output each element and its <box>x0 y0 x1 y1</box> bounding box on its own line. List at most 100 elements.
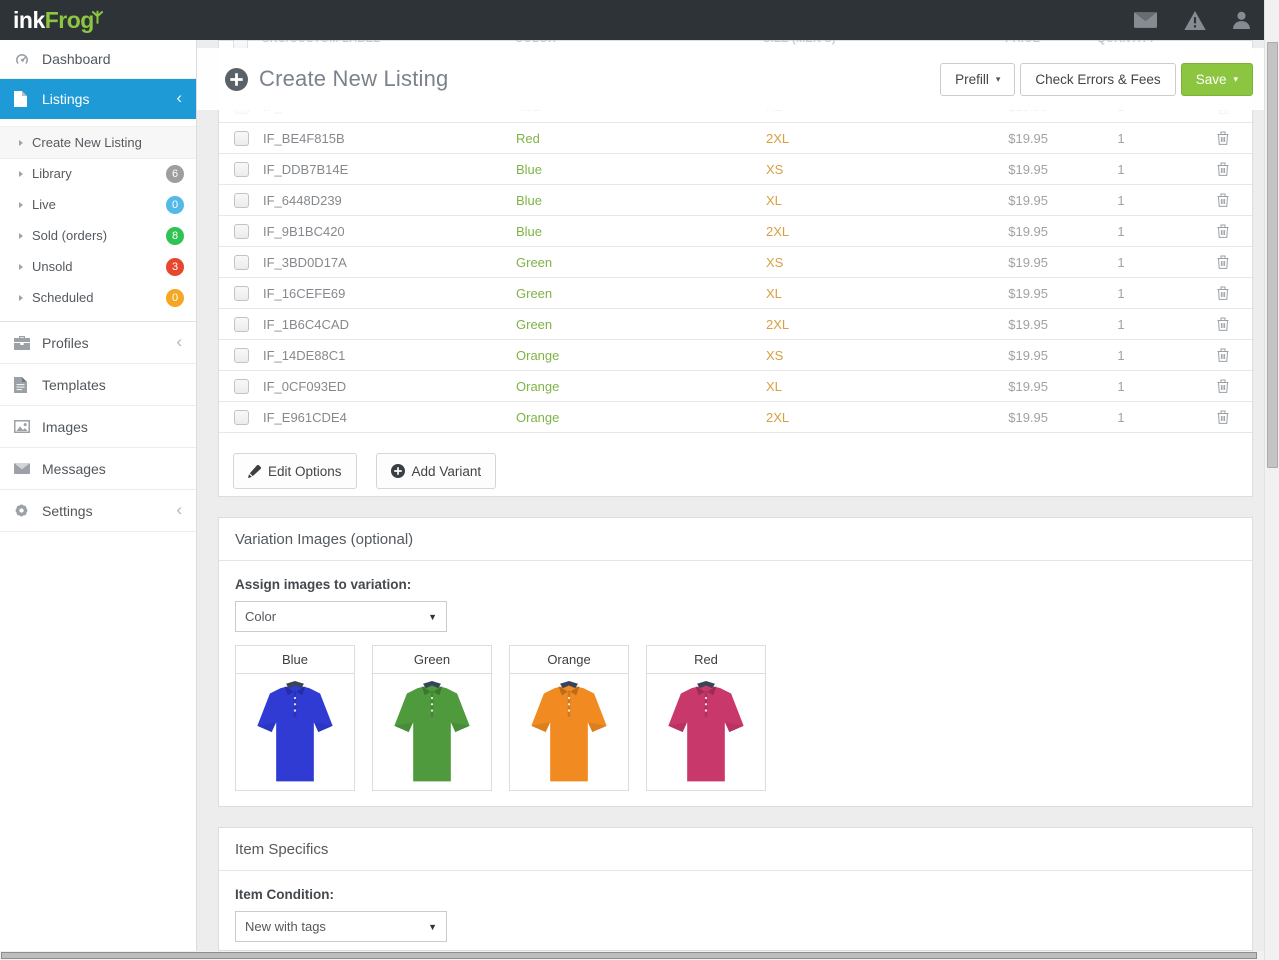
row-checkbox[interactable] <box>234 162 249 177</box>
variant-color-link[interactable]: Blue <box>516 193 542 208</box>
delete-variant-button[interactable] <box>1217 410 1229 424</box>
variant-row: IF_3BD0D17A Green XS $19.95 1 <box>219 247 1252 278</box>
submenu-item-label: Live <box>32 197 56 212</box>
row-checkbox[interactable] <box>234 224 249 239</box>
envelope-icon[interactable] <box>1134 12 1157 28</box>
check-errors-fees-button[interactable]: Check Errors & Fees <box>1020 63 1175 96</box>
row-checkbox[interactable] <box>234 286 249 301</box>
sidebar-item-dashboard[interactable]: Dashboard <box>0 40 196 79</box>
item-specifics-header: Item Specifics <box>219 828 1252 871</box>
assign-images-label: Assign images to variation: <box>235 577 1236 592</box>
page-title: Create New Listing <box>259 66 448 92</box>
variant-size-link[interactable]: XS <box>766 348 783 363</box>
sidebar-item-live[interactable]: Live 0 <box>0 189 196 220</box>
polo-shirt-image[interactable] <box>236 674 354 791</box>
sidebar-item-listings[interactable]: Listings ‹ <box>0 79 196 119</box>
variant-size-link[interactable]: 2XL <box>766 224 789 239</box>
check-errors-label: Check Errors & Fees <box>1035 72 1160 87</box>
variation-tile-red: Red <box>646 645 766 791</box>
variant-size-link[interactable]: XL <box>766 379 782 394</box>
variant-sku: IF_14DE88C1 <box>263 348 516 363</box>
horizontal-scrollbar-thumb[interactable] <box>1 952 1257 959</box>
variation-tile-label[interactable]: Red <box>647 646 765 674</box>
row-checkbox[interactable] <box>234 255 249 270</box>
chevron-left-icon: ‹ <box>176 331 182 351</box>
sold-count-badge: 8 <box>166 227 184 245</box>
sidebar-item-library[interactable]: Library 6 <box>0 158 196 189</box>
variant-size-link[interactable]: 2XL <box>766 410 789 425</box>
variant-size-link[interactable]: 2XL <box>766 317 789 332</box>
variant-price: $19.95 <box>966 348 1048 363</box>
row-checkbox[interactable] <box>234 317 249 332</box>
variant-size-link[interactable]: XL <box>766 286 782 301</box>
variant-size-link[interactable]: XL <box>766 193 782 208</box>
edit-options-button[interactable]: Edit Options <box>233 453 357 489</box>
item-condition-select[interactable]: New with tags ▼ <box>235 911 447 942</box>
variation-tile-blue: Blue <box>235 645 355 791</box>
variant-quantity: 1 <box>1048 162 1194 177</box>
prefill-button[interactable]: Prefill ▾ <box>940 63 1015 96</box>
variant-color-link[interactable]: Red <box>516 131 540 146</box>
polo-shirt-image[interactable] <box>510 674 628 791</box>
variant-price: $19.95 <box>966 286 1048 301</box>
variant-price: $19.95 <box>966 255 1048 270</box>
row-checkbox[interactable] <box>234 379 249 394</box>
variant-actions: Edit Options Add Variant <box>233 453 496 489</box>
variant-row: IF_E961CDE4 Orange 2XL $19.95 1 <box>219 402 1252 433</box>
image-icon <box>14 420 31 433</box>
save-button[interactable]: Save ▾ <box>1181 63 1253 96</box>
envelope-icon <box>14 463 31 474</box>
sidebar-item-images[interactable]: Images <box>0 406 196 448</box>
variant-price: $19.95 <box>966 317 1048 332</box>
delete-variant-button[interactable] <box>1217 379 1229 393</box>
sidebar-item-settings[interactable]: Settings ‹ <box>0 490 196 532</box>
row-checkbox[interactable] <box>234 348 249 363</box>
variant-color-link[interactable]: Orange <box>516 410 559 425</box>
variation-tile-label[interactable]: Blue <box>236 646 354 674</box>
variant-color-link[interactable]: Green <box>516 317 552 332</box>
variant-color-link[interactable]: Orange <box>516 348 559 363</box>
variation-tile-label[interactable]: Green <box>373 646 491 674</box>
delete-variant-button[interactable] <box>1217 317 1229 331</box>
polo-shirt-image[interactable] <box>647 674 765 791</box>
variation-tile-label[interactable]: Orange <box>510 646 628 674</box>
delete-variant-button[interactable] <box>1217 162 1229 176</box>
variation-tile-orange: Orange <box>509 645 629 791</box>
vertical-scrollbar-thumb[interactable] <box>1267 42 1278 468</box>
variant-size-link[interactable]: XS <box>766 255 783 270</box>
sidebar-item-messages[interactable]: Messages <box>0 448 196 490</box>
delete-variant-button[interactable] <box>1217 131 1229 145</box>
delete-variant-button[interactable] <box>1217 224 1229 238</box>
variant-size-link[interactable]: XS <box>766 162 783 177</box>
plus-circle-icon <box>391 464 405 478</box>
delete-variant-button[interactable] <box>1217 348 1229 362</box>
variant-color-link[interactable]: Blue <box>516 162 542 177</box>
sidebar-item-sold-orders[interactable]: Sold (orders) 8 <box>0 220 196 251</box>
warning-triangle-icon[interactable] <box>1184 11 1206 30</box>
user-icon[interactable] <box>1233 11 1250 29</box>
frog-foot-icon <box>94 0 105 40</box>
sidebar-item-scheduled[interactable]: Scheduled 0 <box>0 282 196 313</box>
delete-variant-button[interactable] <box>1217 255 1229 269</box>
inkfrog-logo[interactable]: inkFrog <box>0 0 105 40</box>
row-checkbox[interactable] <box>234 410 249 425</box>
row-checkbox[interactable] <box>234 131 249 146</box>
variant-sku: IF_1B6C4CAD <box>263 317 516 332</box>
variant-color-link[interactable]: Orange <box>516 379 559 394</box>
item-condition-label: Item Condition: <box>235 887 1236 902</box>
add-variant-button[interactable]: Add Variant <box>376 453 497 489</box>
variant-color-link[interactable]: Green <box>516 255 552 270</box>
sidebar-item-create-new-listing[interactable]: Create New Listing <box>0 127 196 158</box>
variant-color-link[interactable]: Green <box>516 286 552 301</box>
variant-color-link[interactable]: Blue <box>516 224 542 239</box>
sidebar-item-profiles[interactable]: Profiles ‹ <box>0 322 196 364</box>
sidebar-item-templates[interactable]: Templates <box>0 364 196 406</box>
variation-select[interactable]: Color ▼ <box>235 601 447 632</box>
sidebar-item-unsold[interactable]: Unsold 3 <box>0 251 196 282</box>
row-checkbox[interactable] <box>234 193 249 208</box>
delete-variant-button[interactable] <box>1217 193 1229 207</box>
sidebar-item-label: Messages <box>42 461 106 477</box>
variant-size-link[interactable]: 2XL <box>766 131 789 146</box>
polo-shirt-image[interactable] <box>373 674 491 791</box>
delete-variant-button[interactable] <box>1217 286 1229 300</box>
